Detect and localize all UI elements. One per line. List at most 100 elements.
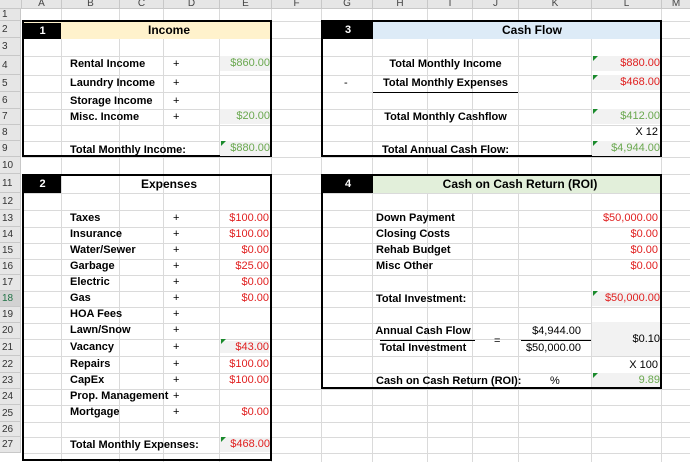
roi-total-investment-denominator-label: Total Investment: [379, 342, 467, 354]
expense-value[interactable]: $0.00: [220, 406, 269, 418]
expense-label: Insurance: [70, 228, 122, 240]
row-header[interactable]: 14: [0, 227, 21, 243]
expense-label: Gas: [70, 292, 91, 304]
column-header-j[interactable]: J: [473, 0, 519, 9]
roi-item-value[interactable]: $0.00: [592, 244, 658, 256]
roi-ratio-value[interactable]: $0.10: [592, 322, 660, 356]
roi-coc-label: Cash on Cash Return (ROI):: [376, 375, 522, 387]
column-header-f[interactable]: F: [272, 0, 322, 9]
roi-item-label: Down Payment: [376, 212, 455, 224]
expense-value[interactable]: $100.00: [220, 212, 269, 224]
cashflow-expenses-value[interactable]: $468.00: [592, 75, 660, 90]
row-header[interactable]: 13: [0, 210, 21, 227]
row-header[interactable]: 2: [0, 21, 21, 38]
roi-annual-cashflow-label: Annual Cash Flow: [375, 325, 471, 337]
income-total-value[interactable]: $880.00: [220, 141, 270, 156]
row-header[interactable]: 4: [0, 56, 21, 75]
cashflow-monthly-value[interactable]: $412.00: [592, 109, 660, 124]
roi-coc-value[interactable]: 9.89: [592, 373, 660, 387]
column-header-c[interactable]: C: [120, 0, 164, 9]
formula-marker-icon: [593, 291, 598, 296]
roi-item-value[interactable]: $0.00: [592, 260, 658, 272]
expense-label: Garbage: [70, 260, 115, 272]
expense-op: +: [173, 276, 180, 288]
row-header[interactable]: 6: [0, 92, 21, 109]
expense-label: Lawn/Snow: [70, 324, 131, 336]
expense-value[interactable]: $25.00: [220, 260, 269, 272]
row-header[interactable]: 15: [0, 243, 21, 259]
row-header[interactable]: 21: [0, 339, 21, 356]
roi-annual-cashflow-value[interactable]: $4,944.00: [519, 325, 581, 337]
row-header[interactable]: 23: [0, 373, 21, 389]
expenses-total-label: Total Monthly Expenses:: [70, 439, 199, 451]
row-header[interactable]: 17: [0, 275, 21, 291]
row-header[interactable]: 19: [0, 307, 21, 323]
row-header[interactable]: 8: [0, 125, 21, 141]
expenses-title: Expenses: [140, 177, 198, 191]
row-header[interactable]: 5: [0, 75, 21, 92]
row-header[interactable]: 24: [0, 389, 21, 405]
formula-marker-icon: [593, 109, 598, 114]
roi-total-investment-value[interactable]: $50,000.00: [592, 291, 660, 306]
spreadsheet: A B C D E F G H I J K L M 1 2 3 4 5 6 7 8 9 10 11 1…: [0, 0, 690, 462]
column-header-a[interactable]: A: [22, 0, 62, 9]
expense-op: +: [173, 358, 180, 370]
row-header[interactable]: 7: [0, 109, 21, 125]
income-op: +: [173, 58, 180, 70]
row-header[interactable]: 22: [0, 356, 21, 373]
income-label: Rental Income: [70, 58, 146, 70]
expense-value[interactable]: $0.00: [220, 244, 269, 256]
expense-op: +: [173, 374, 180, 386]
column-header-d[interactable]: D: [164, 0, 220, 9]
expense-op: +: [173, 308, 180, 320]
row-header[interactable]: 18: [0, 291, 21, 307]
row-header[interactable]: 26: [0, 422, 21, 437]
row-header[interactable]: 20: [0, 323, 21, 339]
column-header-k[interactable]: K: [519, 0, 592, 9]
row-header[interactable]: 27: [0, 437, 21, 453]
cashflow-multiplier: X 12: [635, 126, 658, 138]
row-header[interactable]: 3: [0, 38, 21, 56]
expense-op: +: [173, 260, 180, 272]
row-header[interactable]: 12: [0, 193, 21, 210]
cashflow-annual-value[interactable]: $4,944.00: [592, 141, 660, 156]
column-header-b[interactable]: B: [62, 0, 120, 9]
expense-value[interactable]: $100.00: [220, 358, 269, 370]
select-all-corner[interactable]: [0, 0, 22, 9]
income-value[interactable]: $860.00: [220, 56, 270, 71]
expense-value[interactable]: $0.00: [220, 276, 269, 288]
row-header[interactable]: 9: [0, 141, 21, 157]
row-header[interactable]: 1: [0, 9, 21, 21]
expense-value[interactable]: $100.00: [220, 228, 269, 240]
row-header[interactable]: 25: [0, 405, 21, 422]
income-value[interactable]: $20.00: [220, 109, 270, 124]
roi-item-value[interactable]: $0.00: [592, 228, 658, 240]
column-header-i[interactable]: I: [428, 0, 473, 9]
roi-total-investment-label: Total Investment:: [376, 293, 467, 305]
row-header[interactable]: 11: [0, 174, 21, 193]
cashflow-annual-label: Total Annual Cash Flow:: [381, 144, 510, 156]
expense-value[interactable]: $0.00: [220, 292, 269, 304]
cashflow-monthly-label: Total Monthly Cashflow: [384, 111, 507, 123]
column-header-l[interactable]: L: [592, 0, 662, 9]
income-label: Storage Income: [70, 95, 153, 107]
row-header[interactable]: 16: [0, 259, 21, 275]
expense-op: +: [173, 244, 180, 256]
expense-value[interactable]: $43.00: [220, 341, 269, 353]
column-header-h[interactable]: H: [373, 0, 428, 9]
row-header[interactable]: 10: [0, 157, 21, 174]
expenses-total-value[interactable]: $468.00: [220, 437, 270, 452]
column-header-g[interactable]: G: [322, 0, 373, 9]
expense-value[interactable]: $100.00: [220, 374, 269, 386]
cashflow-income-value[interactable]: $880.00: [592, 56, 660, 71]
roi-equals-sign: =: [494, 335, 501, 347]
expense-op: +: [173, 324, 180, 336]
expense-label: Repairs: [70, 358, 111, 370]
roi-item-value[interactable]: $50,000.00: [592, 212, 658, 224]
expense-op: +: [173, 406, 180, 418]
column-header-m[interactable]: M: [662, 0, 690, 9]
column-header-e[interactable]: E: [220, 0, 272, 9]
roi-x100-multiplier: X 100: [629, 359, 658, 371]
expense-label: Vacancy: [70, 341, 115, 353]
roi-total-investment-denominator-value[interactable]: $50,000.00: [519, 342, 581, 354]
